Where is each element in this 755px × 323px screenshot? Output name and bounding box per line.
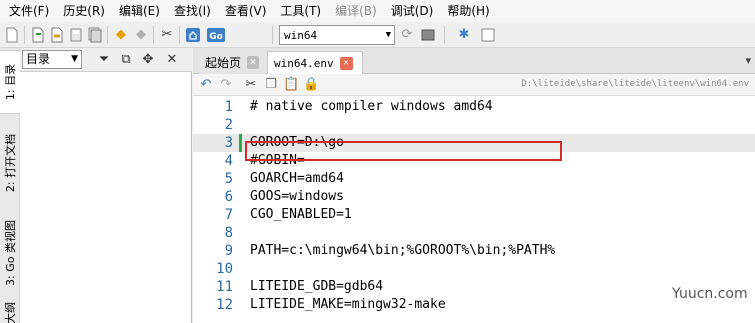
move-icon[interactable]: ✥ xyxy=(140,52,156,68)
menu-debug[interactable]: 调试(D) xyxy=(384,0,441,22)
menu-build[interactable]: 编译(B) xyxy=(328,0,384,22)
environment-select-value: win64 xyxy=(284,28,318,42)
toolbar-separator xyxy=(272,26,273,44)
main-toolbar: ◆ ◆ ✂ Go win64 ▼ ⟳ ✱ xyxy=(0,22,755,48)
toolbar-separator xyxy=(153,26,154,44)
checkbox-icon[interactable] xyxy=(480,27,496,43)
filter-icon[interactable]: ⏷ xyxy=(96,52,112,68)
side-tab-directory[interactable]: 1: 目录 xyxy=(0,50,20,114)
code-line: 6 GOOS=windows xyxy=(193,188,755,206)
line-number: 12 xyxy=(216,297,233,313)
toolbar-separator xyxy=(179,26,180,44)
menu-help[interactable]: 帮助(H) xyxy=(440,0,496,22)
code-text: GOARCH=amd64 xyxy=(250,171,344,186)
line-number: 8 xyxy=(224,225,233,241)
paste-icon[interactable]: 📋 xyxy=(283,77,299,93)
code-line: 2 xyxy=(193,116,755,134)
line-number: 5 xyxy=(224,171,233,187)
tab-start-page[interactable]: 起始页 ✕ xyxy=(199,51,265,74)
open-folder-icon[interactable] xyxy=(49,27,65,43)
menu-tools[interactable]: 工具(T) xyxy=(273,0,328,22)
chevron-down-icon: ▼ xyxy=(385,30,391,40)
line-number: 11 xyxy=(216,279,233,295)
code-line: 10 xyxy=(193,260,755,278)
side-tab-go-class-view[interactable]: 3: Go 类视图 xyxy=(0,210,20,296)
code-line: 8 xyxy=(193,224,755,242)
cut-icon[interactable]: ✂ xyxy=(243,77,259,93)
side-tab-open-documents[interactable]: 2: 打开文档 xyxy=(0,120,20,206)
code-text: LITEIDE_MAKE=mingw32-make xyxy=(250,297,446,312)
side-tab-strip: 1: 目录 2: 打开文档 3: Go 类视图 大纲 xyxy=(0,48,20,323)
open-file-icon[interactable] xyxy=(30,27,46,43)
editor-area: 起始页 ✕ win64.env ✕ ▾ ↶ ↷ ✂ ❐ 📋 🔒 D:\litei… xyxy=(193,48,755,323)
go-back-icon[interactable]: ◆ xyxy=(113,27,129,43)
code-line: 7 CGO_ENABLED=1 xyxy=(193,206,755,224)
terminal-icon[interactable] xyxy=(420,27,436,43)
code-text: LITEIDE_GDB=gdb64 xyxy=(250,279,384,294)
code-line: 1 # native compiler windows amd64 xyxy=(193,98,755,116)
tab-win64-env[interactable]: win64.env ✕ xyxy=(267,51,363,74)
toolbar-separator xyxy=(107,26,108,44)
lock-icon[interactable]: 🔒 xyxy=(303,77,319,93)
code-line: 12 LITEIDE_MAKE=mingw32-make xyxy=(193,296,755,314)
modified-line-marker xyxy=(239,134,242,152)
redo-icon[interactable]: ↷ xyxy=(218,77,234,93)
code-editor[interactable]: 1 # native compiler windows amd64 2 3 GO… xyxy=(193,96,755,323)
menu-find[interactable]: 查找(I) xyxy=(167,0,218,22)
line-number: 1 xyxy=(224,99,233,115)
go-icon[interactable]: Go xyxy=(206,27,226,43)
copy-icon[interactable]: ❐ xyxy=(263,77,279,93)
watermark: Yuucn.com xyxy=(672,286,748,302)
new-file-icon[interactable] xyxy=(4,27,20,43)
tools-icon[interactable]: ✂ xyxy=(159,27,175,43)
home-icon[interactable] xyxy=(185,27,201,43)
menu-edit[interactable]: 编辑(E) xyxy=(112,0,167,22)
menu-bar: 文件(F) 历史(R) 编辑(E) 查找(I) 查看(V) 工具(T) 编译(B… xyxy=(0,0,755,22)
directory-panel-header: 目录 ▼ ⏷ ⧉ ✥ ✕ xyxy=(20,48,192,72)
line-number: 10 xyxy=(216,261,233,277)
close-icon[interactable]: ✕ xyxy=(247,56,259,69)
save-all-icon[interactable] xyxy=(87,27,103,43)
environment-select[interactable]: win64 ▼ xyxy=(279,25,395,45)
code-line: 11 LITEIDE_GDB=gdb64 xyxy=(193,278,755,296)
svg-text:Go: Go xyxy=(209,32,223,42)
panel-select[interactable]: 目录 ▼ xyxy=(22,50,82,69)
line-number: 9 xyxy=(224,243,233,259)
undo-icon[interactable]: ↶ xyxy=(198,77,214,93)
code-text: CGO_ENABLED=1 xyxy=(250,207,352,222)
refresh-icon[interactable]: ⟳ xyxy=(399,27,415,43)
code-text: # native compiler windows amd64 xyxy=(250,99,493,114)
menu-file[interactable]: 文件(F) xyxy=(2,0,56,22)
code-text: PATH=c:\mingw64\bin;%GOROOT%\bin;%PATH% xyxy=(250,243,556,258)
editor-toolbar: ↶ ↷ ✂ ❐ 📋 🔒 D:\liteide\share\liteide\lit… xyxy=(193,74,755,96)
close-icon[interactable]: ✕ xyxy=(339,56,353,70)
go-forward-icon[interactable]: ◆ xyxy=(133,27,149,43)
line-number: 4 xyxy=(224,153,233,169)
annotation-highlight-box xyxy=(245,141,562,161)
editor-tab-bar: 起始页 ✕ win64.env ✕ ▾ xyxy=(193,48,755,74)
line-number: 3 xyxy=(224,135,233,151)
toolbar-separator xyxy=(444,26,445,44)
chevron-down-icon: ▼ xyxy=(71,54,78,64)
code-line: 5 GOARCH=amd64 xyxy=(193,170,755,188)
tab-list-icon[interactable]: ▾ xyxy=(745,54,751,67)
menu-view[interactable]: 查看(V) xyxy=(218,0,274,22)
toolbar-separator xyxy=(24,26,25,44)
line-number: 2 xyxy=(224,117,233,133)
settings-icon[interactable]: ✱ xyxy=(456,27,472,43)
close-icon[interactable]: ✕ xyxy=(164,52,180,68)
file-path: D:\liteide\share\liteide\liteenv\win64.e… xyxy=(521,79,749,89)
line-number: 7 xyxy=(224,207,233,223)
line-number: 6 xyxy=(224,189,233,205)
menu-history[interactable]: 历史(R) xyxy=(56,0,112,22)
directory-panel: 目录 ▼ ⏷ ⧉ ✥ ✕ xyxy=(20,48,192,323)
float-icon[interactable]: ⧉ xyxy=(118,52,134,68)
side-tab-outline[interactable]: 大纲 xyxy=(0,300,20,323)
code-line: 9 PATH=c:\mingw64\bin;%GOROOT%\bin;%PATH… xyxy=(193,242,755,260)
code-text: GOOS=windows xyxy=(250,189,344,204)
save-icon[interactable] xyxy=(68,27,84,43)
